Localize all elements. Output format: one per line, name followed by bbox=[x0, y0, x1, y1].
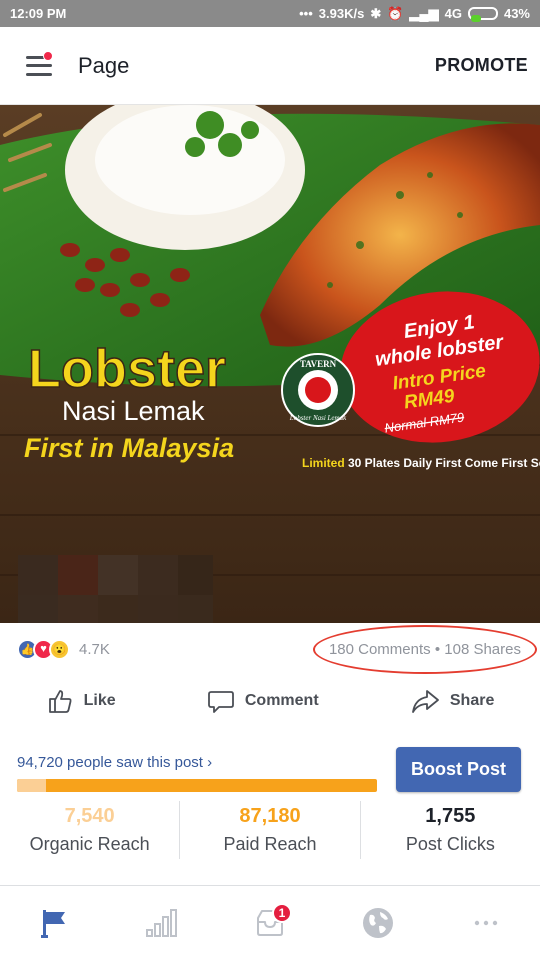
reach-section: 94,720 people saw this post › Boost Post… bbox=[0, 744, 540, 884]
organic-reach-value: 7,540 bbox=[64, 805, 115, 827]
globe-icon bbox=[363, 908, 393, 938]
battery-fill bbox=[470, 15, 482, 22]
app-header: Page PROMOTE bbox=[0, 27, 540, 105]
post-image[interactable]: Enjoy 1 whole lobster Intro Price RM49 N… bbox=[0, 105, 540, 623]
paid-reach-stat: 87,180 Paid Reach bbox=[179, 801, 359, 859]
reactions-summary[interactable]: 👍 ♥ 😮 4.7K bbox=[17, 638, 110, 660]
logo-bottom-text: Lobster Nasi Lemak bbox=[289, 414, 347, 422]
nav-insights[interactable] bbox=[132, 893, 192, 953]
page-title: Page bbox=[78, 52, 130, 78]
like-button[interactable]: Like bbox=[46, 687, 116, 715]
comment-label: Comment bbox=[244, 692, 319, 709]
boost-post-button[interactable]: Boost Post bbox=[396, 747, 521, 792]
network-speed: 3.93K/s bbox=[318, 6, 365, 21]
shares-count[interactable]: 108 Shares bbox=[444, 641, 521, 658]
people-saw-link[interactable]: 94,720 people saw this post › bbox=[17, 754, 212, 771]
blurred-region bbox=[18, 555, 213, 623]
comments-count[interactable]: 180 Comments bbox=[329, 641, 431, 658]
reach-stats: 7,540 Organic Reach 87,180 Paid Reach 1,… bbox=[0, 801, 540, 859]
paid-reach-value: 87,180 bbox=[239, 805, 301, 827]
engagement-counts[interactable]: 180 Comments • 108 Shares bbox=[312, 624, 537, 674]
inbox-badge: 1 bbox=[272, 903, 292, 923]
organic-progress-fill bbox=[17, 779, 46, 792]
share-button[interactable]: Share bbox=[410, 687, 494, 715]
battery-icon bbox=[467, 7, 498, 22]
organic-reach-stat: 7,540 Organic Reach bbox=[0, 801, 179, 859]
footer-limited: Limited bbox=[302, 456, 345, 470]
promote-button[interactable]: PROMOTE bbox=[435, 55, 540, 76]
share-label: Share bbox=[449, 692, 495, 709]
paid-reach-label: Paid Reach bbox=[223, 834, 317, 854]
comment-button[interactable]: Comment bbox=[207, 687, 319, 715]
flag-icon bbox=[41, 910, 65, 938]
menu-notification-dot bbox=[43, 50, 53, 61]
thumbs-up-icon bbox=[48, 690, 72, 713]
post-actions: Like Comment Share bbox=[0, 676, 540, 726]
more-dots-icon: ••• bbox=[299, 6, 313, 21]
nav-page[interactable] bbox=[24, 893, 84, 953]
more-dots-icon bbox=[474, 920, 498, 926]
bottom-nav: 1 bbox=[0, 885, 540, 960]
nav-inbox[interactable]: 1 bbox=[240, 893, 300, 953]
status-indicators: ••• 3.93K/s ✱ ⏰ ▂▄▆ 4G 43% bbox=[299, 6, 530, 22]
post-clicks-value: 1,755 bbox=[425, 805, 476, 827]
organic-reach-label: Organic Reach bbox=[29, 834, 150, 854]
menu-button[interactable] bbox=[0, 27, 78, 105]
alarm-icon: ⏰ bbox=[387, 5, 404, 21]
share-icon bbox=[411, 690, 439, 713]
tavern-logo: TAVERN Lobster Nasi Lemak bbox=[281, 353, 355, 427]
signal-icon: ▂▄▆ bbox=[409, 5, 439, 21]
subheadline-text: Nasi Lemak bbox=[62, 396, 205, 426]
post-clicks-stat: 1,755 Post Clicks bbox=[359, 801, 540, 859]
nav-more[interactable] bbox=[456, 893, 516, 953]
reactions-count: 4.7K bbox=[79, 640, 110, 658]
like-label: Like bbox=[83, 692, 116, 709]
status-time: 12:09 PM bbox=[10, 6, 67, 21]
reach-progress-bar bbox=[17, 779, 377, 792]
comment-icon bbox=[207, 691, 234, 713]
logo-top-text: TAVERN bbox=[300, 359, 337, 369]
engagement-row: 👍 ♥ 😮 4.7K 180 Comments • 108 Shares bbox=[0, 624, 540, 674]
wow-reaction-icon: 😮 bbox=[49, 638, 70, 660]
status-bar: 12:09 PM ••• 3.93K/s ✱ ⏰ ▂▄▆ 4G 43% bbox=[0, 0, 540, 27]
bluetooth-icon: ✱ bbox=[370, 5, 382, 21]
headline-text: Lobster bbox=[28, 339, 226, 399]
tagline-text: First in Malaysia bbox=[24, 433, 234, 463]
nav-notifications[interactable] bbox=[348, 893, 408, 953]
engagement-separator: • bbox=[434, 640, 441, 658]
footer-text: 30 Plates Daily First Come First Serve bbox=[348, 456, 540, 470]
chevron-right-icon: › bbox=[207, 754, 213, 771]
bar-chart-icon bbox=[146, 909, 177, 937]
network-type: 4G bbox=[444, 6, 462, 21]
reaction-icons: 👍 ♥ 😮 bbox=[17, 638, 70, 660]
battery-percent: 43% bbox=[503, 6, 530, 21]
post-image-artwork: Enjoy 1 whole lobster Intro Price RM49 N… bbox=[0, 105, 540, 623]
people-saw-text: 94,720 people saw this post bbox=[17, 754, 203, 771]
post-clicks-label: Post Clicks bbox=[405, 834, 495, 854]
